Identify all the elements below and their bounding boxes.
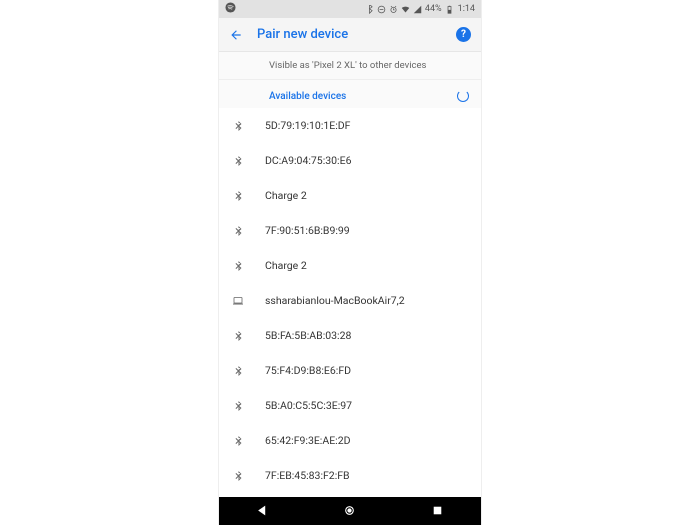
signal-icon [413,5,422,14]
device-row[interactable]: DC:A9:04:75:30:E6 [219,143,481,178]
device-name: 75:F4:D9:B8:E6:FD [265,364,351,377]
laptop-icon [231,295,245,307]
device-row[interactable]: 75:F4:D9:B8:E6:FD [219,353,481,388]
clock: 1:14 [458,4,475,14]
scanning-spinner-icon [457,90,469,102]
device-name: DC:A9:04:75:30:E6 [265,154,351,167]
device-name: 5B:A0:C5:5C:3E:97 [265,399,352,412]
device-name: 7F:90:51:6B:B9:99 [265,224,350,237]
device-name: 65:42:F9:3E:AE:2D [265,434,351,447]
device-row[interactable]: 65:42:F9:3E:AE:2D [219,423,481,458]
available-devices-header: Available devices [219,80,481,108]
visibility-notice: Visible as 'Pixel 2 XL' to other devices [219,52,481,80]
page-title: Pair new device [257,27,442,42]
battery-percent: 44% [425,4,442,14]
device-row[interactable]: 7F:90:51:6B:B9:99 [219,213,481,248]
bluetooth-icon [365,5,374,14]
bluetooth-icon [231,435,245,447]
back-arrow-icon[interactable] [229,28,243,42]
battery-icon [445,5,454,14]
phone-frame: 44% 1:14 Pair new device ? Visible as 'P… [219,0,481,525]
nav-recent-button[interactable] [411,498,464,525]
device-name: Charge 2 [265,189,307,202]
help-icon[interactable]: ? [456,27,471,42]
nav-back-button[interactable] [236,498,289,525]
device-name: 5D:79:19:10:1E:DF [265,119,350,132]
section-label: Available devices [269,91,346,102]
device-row[interactable]: 5B:A0:C5:5C:3E:97 [219,388,481,423]
app-bar: Pair new device ? [219,18,481,52]
device-name: 5B:FA:5B:AB:03:28 [265,329,351,342]
navigation-bar [219,497,481,525]
device-row[interactable]: Charge 2 [219,248,481,283]
status-bar: 44% 1:14 [219,0,481,18]
device-row[interactable]: 5D:79:19:10:1E:DF [219,108,481,143]
device-name: 7F:EB:45:83:F2:FB [265,469,350,482]
device-name: Charge 2 [265,259,307,272]
bluetooth-icon [231,470,245,482]
device-row[interactable]: Charge 2 [219,178,481,213]
nav-home-button[interactable] [323,498,376,525]
bluetooth-icon [231,365,245,377]
spotify-icon [225,2,236,16]
bluetooth-icon [231,190,245,202]
bluetooth-icon [231,260,245,272]
device-list: 5D:79:19:10:1E:DF DC:A9:04:75:30:E6 Charge… [219,108,481,497]
device-row[interactable]: 7F:EB:45:83:F2:FB [219,458,481,493]
status-icons: 44% [365,4,454,14]
dnd-icon [377,5,386,14]
bluetooth-icon [231,155,245,167]
wifi-icon [401,5,410,14]
bluetooth-icon [231,330,245,342]
bluetooth-icon [231,400,245,412]
alarm-icon [389,5,398,14]
device-row[interactable]: ssharabianlou-MacBookAir7,2 [219,283,481,318]
device-row[interactable]: 5B:FA:5B:AB:03:28 [219,318,481,353]
bluetooth-icon [231,120,245,132]
bluetooth-icon [231,225,245,237]
device-name: ssharabianlou-MacBookAir7,2 [265,294,405,307]
